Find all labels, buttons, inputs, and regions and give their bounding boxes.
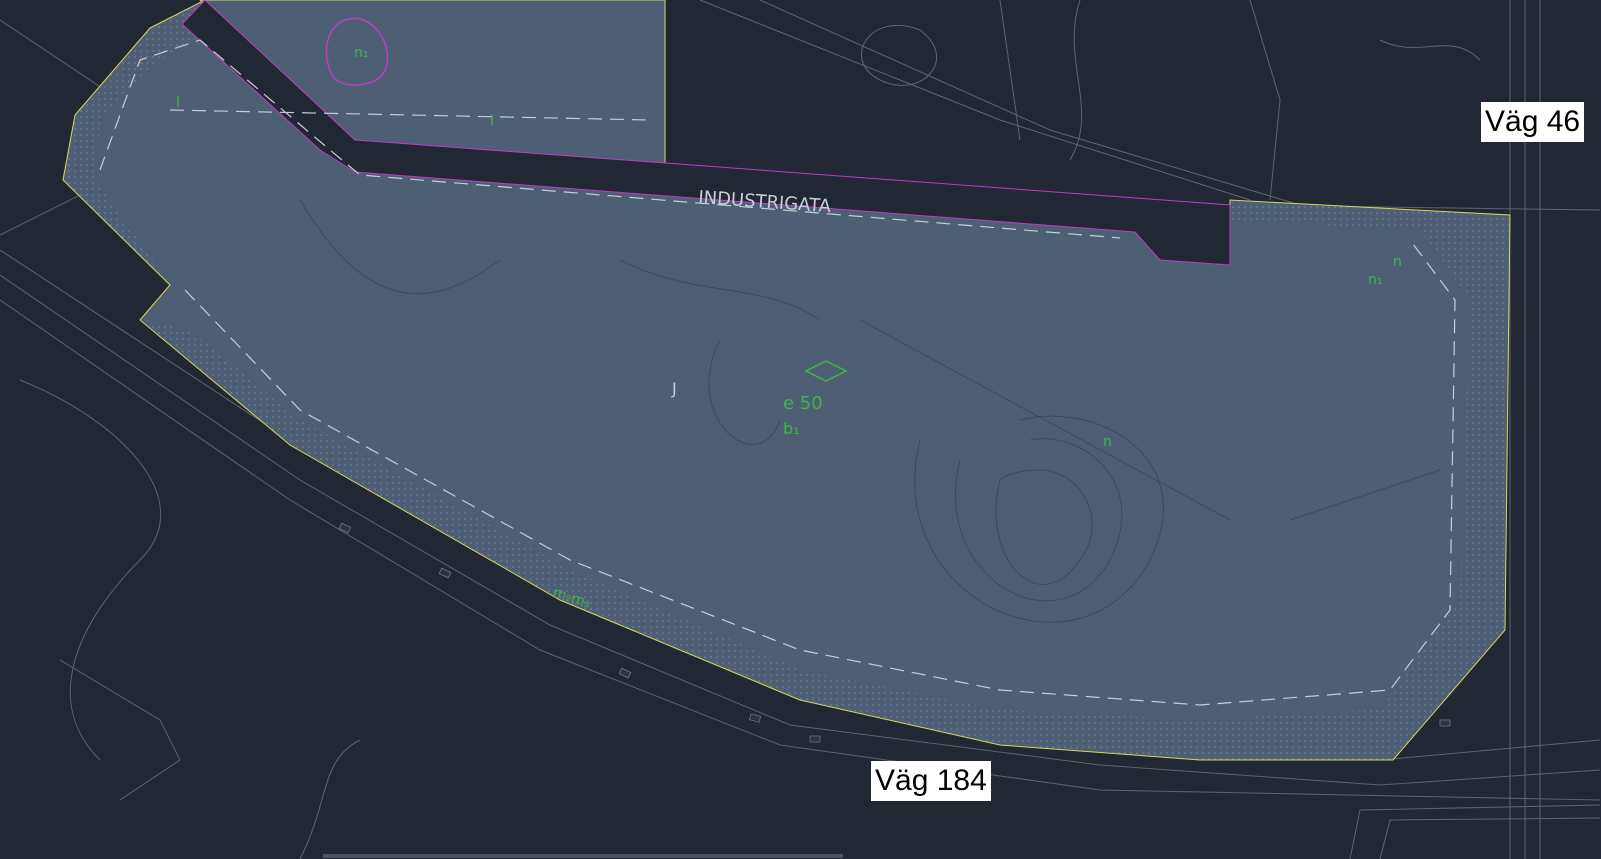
plan-mark-right-2: n₁ (1368, 272, 1383, 288)
horizontal-scroll-indicator (323, 854, 843, 858)
plan-mark-center: n (1103, 434, 1112, 450)
cad-map-canvas: INDUSTRIGATA J e 50 b₁ n₁ n n₁ n I I m₂m… (0, 0, 1601, 859)
plan-mark-left-1: I (176, 95, 180, 111)
building-annotation: b₁ (783, 419, 800, 438)
road-label-vag-184: Väg 184 (871, 761, 991, 801)
plan-mark-left-2: I (490, 113, 494, 129)
road-label-vag-46: Väg 46 (1481, 102, 1585, 142)
zone-letter: J (671, 379, 677, 398)
height-annotation: e 50 (783, 393, 823, 414)
plan-mark-top: n₁ (354, 45, 369, 61)
plan-mark-right-1: n (1393, 254, 1402, 270)
